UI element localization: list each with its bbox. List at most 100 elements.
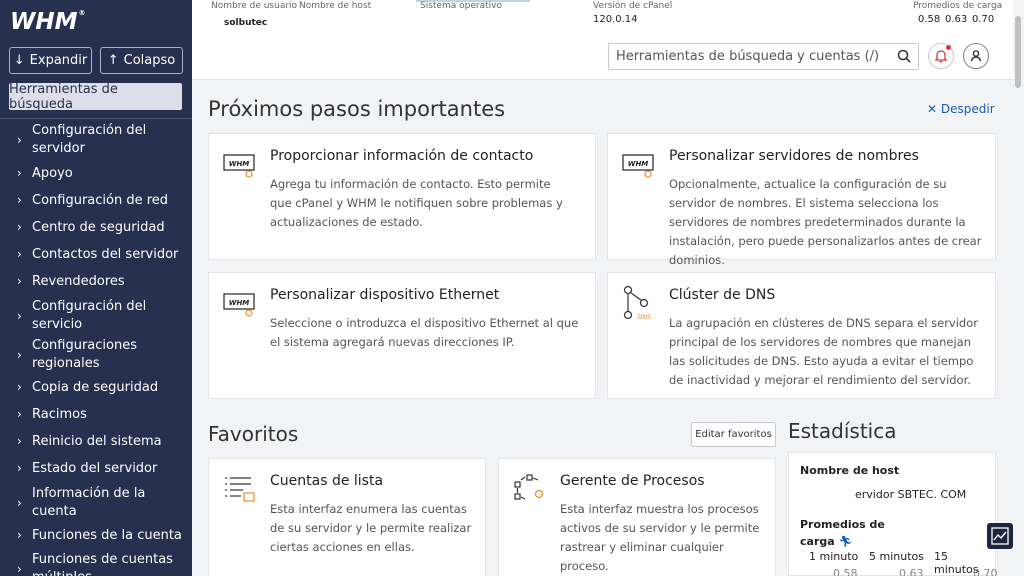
- arrow-down-icon: ↓: [13, 53, 25, 68]
- chevron-right-icon: ›: [17, 348, 22, 362]
- next-step-card-dns-cluster[interactable]: DNS Clúster de DNS La agrupación en clús…: [607, 272, 996, 399]
- close-icon: ✕: [927, 102, 938, 116]
- whm-icon: WHM: [223, 293, 255, 317]
- chevron-right-icon: ›: [17, 193, 22, 207]
- sidebar-item-service-config[interactable]: › Configuración del servicio: [0, 298, 192, 334]
- search-tools-button[interactable]: Herramientas de búsqueda: [9, 82, 182, 112]
- collapse-button[interactable]: ↑ Colapso: [100, 47, 183, 74]
- favorite-card-process-manager[interactable]: Gerente de Procesos Esta interfaz muestr…: [498, 458, 776, 576]
- running-icon: 🏃︎: [838, 535, 853, 548]
- sidebar-item-server-status[interactable]: › Estado del servidor: [0, 460, 192, 478]
- card-title: Personalizar servidores de nombres: [669, 148, 919, 164]
- sidebar-item-label: Configuración del servidor: [32, 123, 147, 156]
- search-placeholder: Herramientas de búsqueda y cuentas (/): [616, 49, 880, 64]
- sidebar-item-label: Funciones de cuentas múltiples: [32, 552, 173, 576]
- chevron-right-icon: ›: [17, 133, 22, 147]
- favorite-card-list-accounts[interactable]: Cuentas de lista Esta interfaz enumera l…: [208, 458, 486, 576]
- sidebar-item-label: Apoyo: [32, 166, 73, 181]
- sidebar: WHM® ↓ Expandir ↑ Colapso Herramientas d…: [0, 0, 192, 576]
- sidebar-item-regional[interactable]: › Configuraciones regionales: [0, 337, 192, 373]
- whm-logo[interactable]: WHM®: [10, 9, 86, 35]
- sidebar-item-label: Racimos: [32, 407, 87, 422]
- hostname-label: Nombre de host: [299, 1, 372, 11]
- chevron-right-icon: ›: [17, 274, 22, 288]
- card-description: Opcionalmente, actualice la configuració…: [669, 177, 982, 267]
- whm-icon: WHM: [622, 154, 654, 178]
- card-description: La agrupación en clústeres de DNS separa…: [669, 316, 978, 387]
- svg-text:WHM: WHM: [229, 160, 250, 168]
- sidebar-item-reboot[interactable]: › Reinicio del sistema: [0, 433, 192, 451]
- dns-cluster-icon: DNS: [623, 285, 651, 321]
- sidebar-item-account-functions[interactable]: › Funciones de la cuenta: [0, 527, 192, 545]
- sidebar-item-backup[interactable]: › Copia de seguridad: [0, 379, 192, 397]
- stats-period-5: 5 minutos: [869, 550, 924, 563]
- next-step-card-contact[interactable]: WHM Proporcionar información de contacto…: [208, 133, 596, 260]
- os-label: Sistema operativo: [420, 1, 502, 11]
- card-title: Clúster de DNS: [669, 287, 776, 303]
- next-step-card-ethernet[interactable]: WHM Personalizar dispositivo Ethernet Se…: [208, 272, 596, 399]
- svg-text:WHM: WHM: [229, 299, 250, 307]
- load-averages-label: Promedios de carga: [913, 1, 1003, 11]
- card-description: Agrega tu información de contacto. Esto …: [270, 177, 563, 229]
- username-label: Nombre de usuario: [211, 1, 298, 11]
- dns-icon-text: DNS: [638, 314, 651, 321]
- chevron-right-icon: ›: [17, 562, 22, 576]
- search-input[interactable]: Herramientas de búsqueda y cuentas (/): [608, 43, 919, 70]
- card-title: Personalizar dispositivo Ethernet: [270, 287, 500, 303]
- card-description: Esta interfaz enumera las cuentas de su …: [270, 502, 472, 554]
- chevron-right-icon: ›: [17, 309, 22, 323]
- stats-hostname-label: Nombre de host: [800, 464, 900, 477]
- expand-label: Expandir: [29, 53, 88, 68]
- sidebar-item-label: Configuración del servicio: [32, 299, 147, 332]
- stats-value-1: 0.58: [833, 567, 858, 576]
- card-title: Cuentas de lista: [270, 473, 384, 489]
- stats-hostname-value: ervidor SBTEC. COM: [855, 488, 967, 501]
- sidebar-item-label: Configuración de red: [32, 193, 169, 208]
- sidebar-divider: [0, 118, 192, 119]
- card-description: Esta interfaz muestra los procesos activ…: [560, 502, 760, 573]
- sidebar-item-label: Configuraciones regionales: [32, 338, 137, 371]
- stats-value-5: 0.63: [899, 567, 924, 576]
- sidebar-item-server-config[interactable]: › Configuración del servidor: [0, 122, 192, 158]
- user-menu-button[interactable]: [963, 43, 989, 69]
- load-average-5: 0.63: [945, 14, 968, 25]
- sidebar-item-label: Información de la cuenta: [32, 486, 146, 519]
- cpanel-version-value: 120.0.14: [593, 14, 638, 25]
- stats-card: Nombre de host ervidor SBTEC. COM Promed…: [788, 452, 998, 576]
- next-step-card-nameservers[interactable]: WHM Personalizar servidores de nombres O…: [607, 133, 996, 267]
- sidebar-item-label: Contactos del servidor: [32, 247, 179, 262]
- top-bar: Nombre de usuario Nombre de host Sistema…: [192, 0, 1024, 80]
- page-title: Próximos pasos importantes: [208, 97, 506, 121]
- sidebar-item-label: Centro de seguridad: [32, 220, 165, 235]
- stats-period-1: 1 minuto: [809, 550, 859, 563]
- notifications-button[interactable]: [928, 43, 954, 69]
- sidebar-item-label: Copia de seguridad: [32, 380, 159, 395]
- chevron-right-icon: ›: [17, 528, 22, 542]
- chevron-right-icon: ›: [17, 461, 22, 475]
- sidebar-item-support[interactable]: › Apoyo: [0, 165, 192, 183]
- user-icon: [970, 50, 982, 62]
- chevron-right-icon: ›: [17, 434, 22, 448]
- sidebar-item-resellers[interactable]: › Revendedores: [0, 273, 192, 291]
- edit-favorites-button[interactable]: Editar favoritos: [691, 422, 776, 447]
- dismiss-link[interactable]: ✕ Despedir: [927, 102, 995, 116]
- sidebar-item-contacts[interactable]: › Contactos del servidor: [0, 246, 192, 264]
- svg-text:WHM: WHM: [628, 160, 649, 168]
- sidebar-item-clusters[interactable]: › Racimos: [0, 406, 192, 424]
- sidebar-item-multi-account[interactable]: › Funciones de cuentas múltiples: [0, 551, 192, 576]
- card-description: Seleccione o introduzca el dispositivo E…: [270, 316, 579, 349]
- sidebar-item-network[interactable]: › Configuración de red: [0, 192, 192, 210]
- card-title: Gerente de Procesos: [560, 473, 705, 489]
- scrollbar-thumb[interactable]: [1015, 16, 1021, 88]
- stats-value-15: 0.70: [973, 567, 998, 576]
- expand-button[interactable]: ↓ Expandir: [9, 47, 92, 74]
- sidebar-item-security[interactable]: › Centro de seguridad: [0, 219, 192, 237]
- notification-dot: [946, 45, 951, 50]
- sidebar-item-label: Reinicio del sistema: [32, 434, 162, 449]
- chart-toggle-button[interactable]: [987, 523, 1013, 549]
- favorites-title: Favoritos: [208, 422, 299, 446]
- sidebar-item-account-info[interactable]: › Información de la cuenta: [0, 485, 192, 521]
- stats-title: Estadística: [788, 419, 897, 443]
- sidebar-item-label: Revendedores: [32, 274, 125, 289]
- search-icon[interactable]: [896, 48, 912, 64]
